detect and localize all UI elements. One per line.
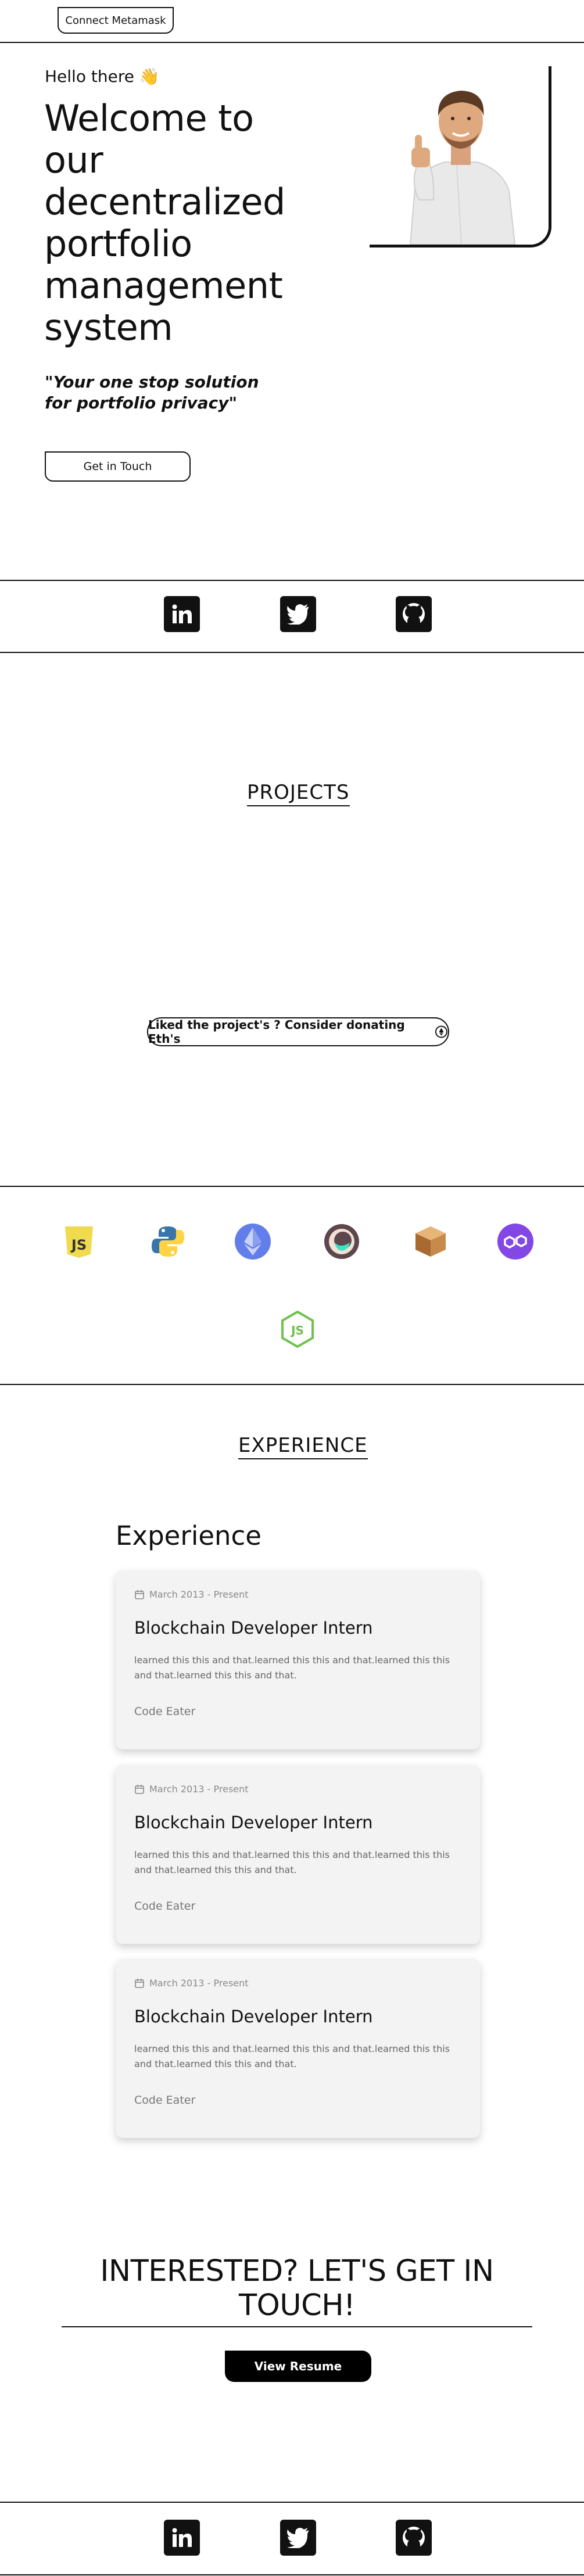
calendar-icon bbox=[135, 1590, 144, 1599]
twitter-icon[interactable] bbox=[280, 596, 316, 632]
hero-title: Welcome to our decentralized portfolio m… bbox=[44, 97, 285, 349]
polygon-icon bbox=[495, 1221, 536, 1262]
ganache-icon bbox=[321, 1221, 362, 1262]
view-resume-button[interactable]: View Resume bbox=[225, 2351, 371, 2382]
footer-top-divider bbox=[0, 2502, 584, 2503]
linkedin-icon[interactable] bbox=[164, 2520, 200, 2556]
experience-role: Blockchain Developer Intern bbox=[134, 2007, 373, 2026]
greeting-text: Hello there 👋 bbox=[45, 67, 160, 86]
javascript-icon: JS bbox=[59, 1221, 99, 1262]
calendar-icon bbox=[135, 1978, 144, 1988]
experience-card: March 2013 - Present Blockchain Develope… bbox=[116, 1570, 480, 1749]
donate-label: Liked the project's ? Consider donating … bbox=[148, 1018, 405, 1046]
nodejs-icon: JS bbox=[277, 1309, 318, 1350]
header-divider bbox=[0, 42, 584, 43]
nodejs-icon-label: JS bbox=[290, 1323, 304, 1337]
socials-top-divider bbox=[0, 580, 584, 581]
experience-date-text: March 2013 - Present bbox=[149, 1784, 249, 1795]
github-icon[interactable] bbox=[396, 2520, 432, 2556]
calendar-icon bbox=[135, 1784, 144, 1794]
javascript-icon-label: JS bbox=[70, 1237, 87, 1253]
footer-bottom-divider bbox=[0, 2574, 584, 2575]
coin-icon bbox=[435, 1025, 448, 1038]
python-icon bbox=[148, 1221, 188, 1262]
experience-description: learned this this and that.learned this … bbox=[134, 2043, 450, 2069]
experience-card: March 2013 - Present Blockchain Develope… bbox=[116, 1959, 480, 2138]
twitter-icon[interactable] bbox=[280, 2520, 316, 2556]
get-in-touch-button[interactable]: Get in Touch bbox=[45, 451, 191, 482]
truffle-icon bbox=[410, 1221, 451, 1262]
hero-tagline: "Your one stop solution for portfolio pr… bbox=[45, 372, 259, 412]
contact-title: INTERESTED? LET'S GET IN TOUCH! bbox=[62, 2254, 532, 2327]
experience-date: March 2013 - Present bbox=[134, 1589, 249, 1600]
experience-card: March 2013 - Present Blockchain Develope… bbox=[116, 1765, 480, 1944]
experience-company: Code Eater bbox=[134, 1705, 196, 1718]
experience-date: March 2013 - Present bbox=[134, 1978, 249, 1989]
experience-heading: Experience bbox=[116, 1520, 261, 1551]
experience-description: learned this this and that.learned this … bbox=[134, 1849, 450, 1875]
experience-section-title: EXPERIENCE bbox=[238, 1434, 368, 1459]
experience-company: Code Eater bbox=[134, 2094, 196, 2107]
experience-company: Code Eater bbox=[134, 1900, 196, 1913]
linkedin-icon[interactable] bbox=[164, 596, 200, 632]
socials-bottom-divider bbox=[0, 652, 584, 653]
experience-role: Blockchain Developer Intern bbox=[134, 1618, 373, 1638]
experience-date-text: March 2013 - Present bbox=[149, 1978, 249, 1989]
experience-role: Blockchain Developer Intern bbox=[134, 1813, 373, 1832]
experience-date: March 2013 - Present bbox=[134, 1784, 249, 1795]
tech-bottom-divider bbox=[0, 1384, 584, 1385]
experience-date-text: March 2013 - Present bbox=[149, 1589, 249, 1600]
tech-top-divider bbox=[0, 1186, 584, 1187]
donate-eth-button[interactable]: Liked the project's ? Consider donating … bbox=[147, 1017, 449, 1046]
projects-title: PROJECTS bbox=[247, 781, 350, 806]
experience-description: learned this this and that.learned this … bbox=[134, 1655, 450, 1681]
connect-metamask-button[interactable]: Connect Metamask bbox=[58, 7, 174, 34]
ethereum-icon bbox=[232, 1221, 273, 1262]
profile-photo bbox=[370, 66, 551, 247]
person-illustration bbox=[370, 66, 549, 245]
github-icon[interactable] bbox=[396, 596, 432, 632]
